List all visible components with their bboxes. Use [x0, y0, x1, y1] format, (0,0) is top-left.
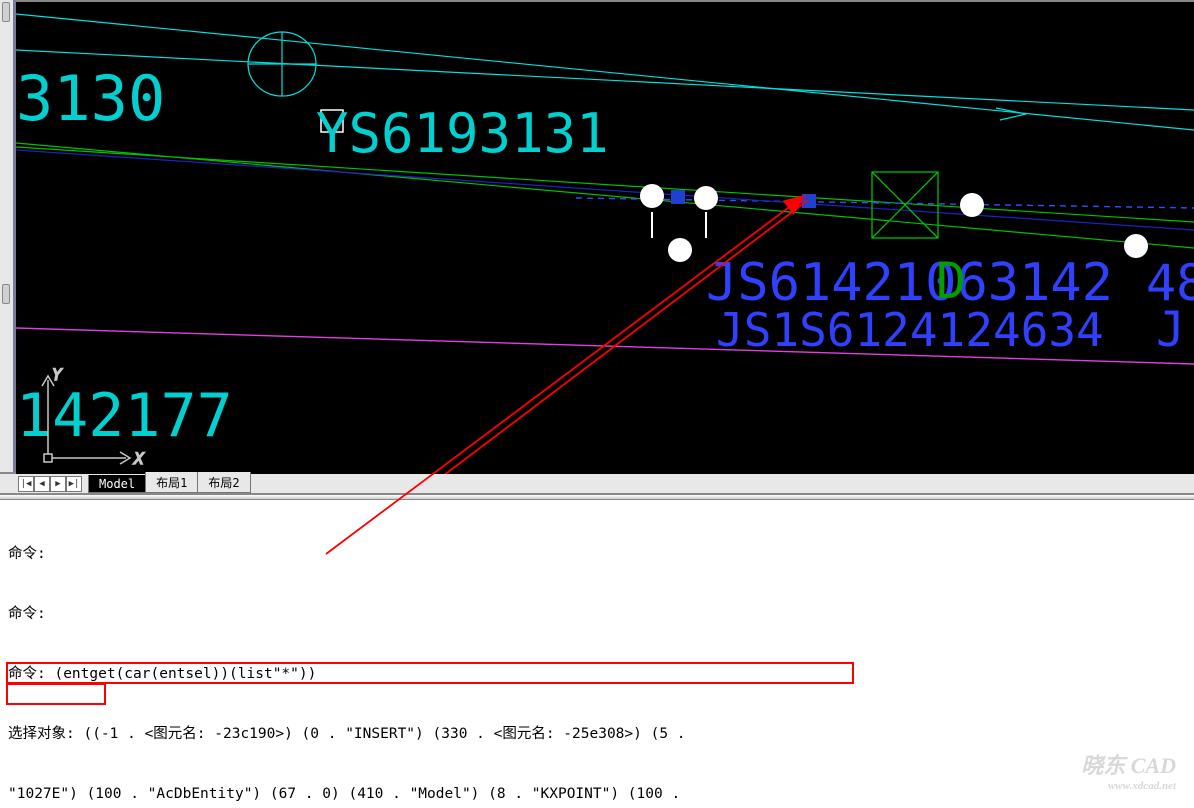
- tab-first-button[interactable]: |◀: [18, 476, 34, 492]
- grip-square[interactable]: [671, 190, 685, 204]
- grip-circle[interactable]: [1124, 234, 1148, 258]
- grip-circle[interactable]: [668, 238, 692, 262]
- command-history[interactable]: 命令: 命令: 命令: (entget(car(entsel))(list"*"…: [0, 500, 1194, 808]
- tab-last-button[interactable]: ▶|: [66, 476, 82, 492]
- label-ys6193131: YS6193131: [316, 102, 609, 165]
- left-toolbar[interactable]: [0, 0, 16, 472]
- grip-circle[interactable]: [960, 193, 984, 217]
- tab-model[interactable]: Model: [88, 475, 146, 493]
- grip-square[interactable]: [802, 194, 816, 208]
- svg-text:Y: Y: [52, 365, 63, 384]
- tab-prev-button[interactable]: ◀: [34, 476, 50, 492]
- tab-next-button[interactable]: ▶: [50, 476, 66, 492]
- tab-nav: |◀ ◀ ▶ ▶|: [18, 476, 82, 492]
- label-blue-2: JS1S6124124634: [716, 303, 1104, 357]
- model-space[interactable]: 3130 YS6193131 142177 JS61421063142 D 48…: [16, 2, 1194, 474]
- cmd-line: 命令:: [8, 604, 1186, 624]
- cmd-line: 选择对象: ((-1 . <图元名: -23c190>) (0 . "INSER…: [8, 724, 1186, 744]
- grip-circle[interactable]: [694, 186, 718, 210]
- tab-layout1[interactable]: 布局1: [145, 472, 198, 493]
- grip-circle[interactable]: [640, 184, 664, 208]
- tab-layout2[interactable]: 布局2: [197, 472, 250, 493]
- cmd-line: 命令: (entget(car(entsel))(list"*")): [8, 664, 1186, 684]
- sheet-tab-bar: |◀ ◀ ▶ ▶| Model 布局1 布局2: [0, 472, 1194, 494]
- label-green-1: D: [936, 252, 966, 310]
- svg-text:X: X: [133, 449, 145, 468]
- drawing-area[interactable]: 3130 YS6193131 142177 JS61421063142 D 48…: [16, 0, 1194, 472]
- cmd-line: 命令:: [8, 544, 1186, 564]
- cmd-line: "1027E") (100 . "AcDbEntity") (67 . 0) (…: [8, 784, 1186, 804]
- svg-text:J: J: [1156, 302, 1185, 358]
- label-3130: 3130: [16, 62, 165, 135]
